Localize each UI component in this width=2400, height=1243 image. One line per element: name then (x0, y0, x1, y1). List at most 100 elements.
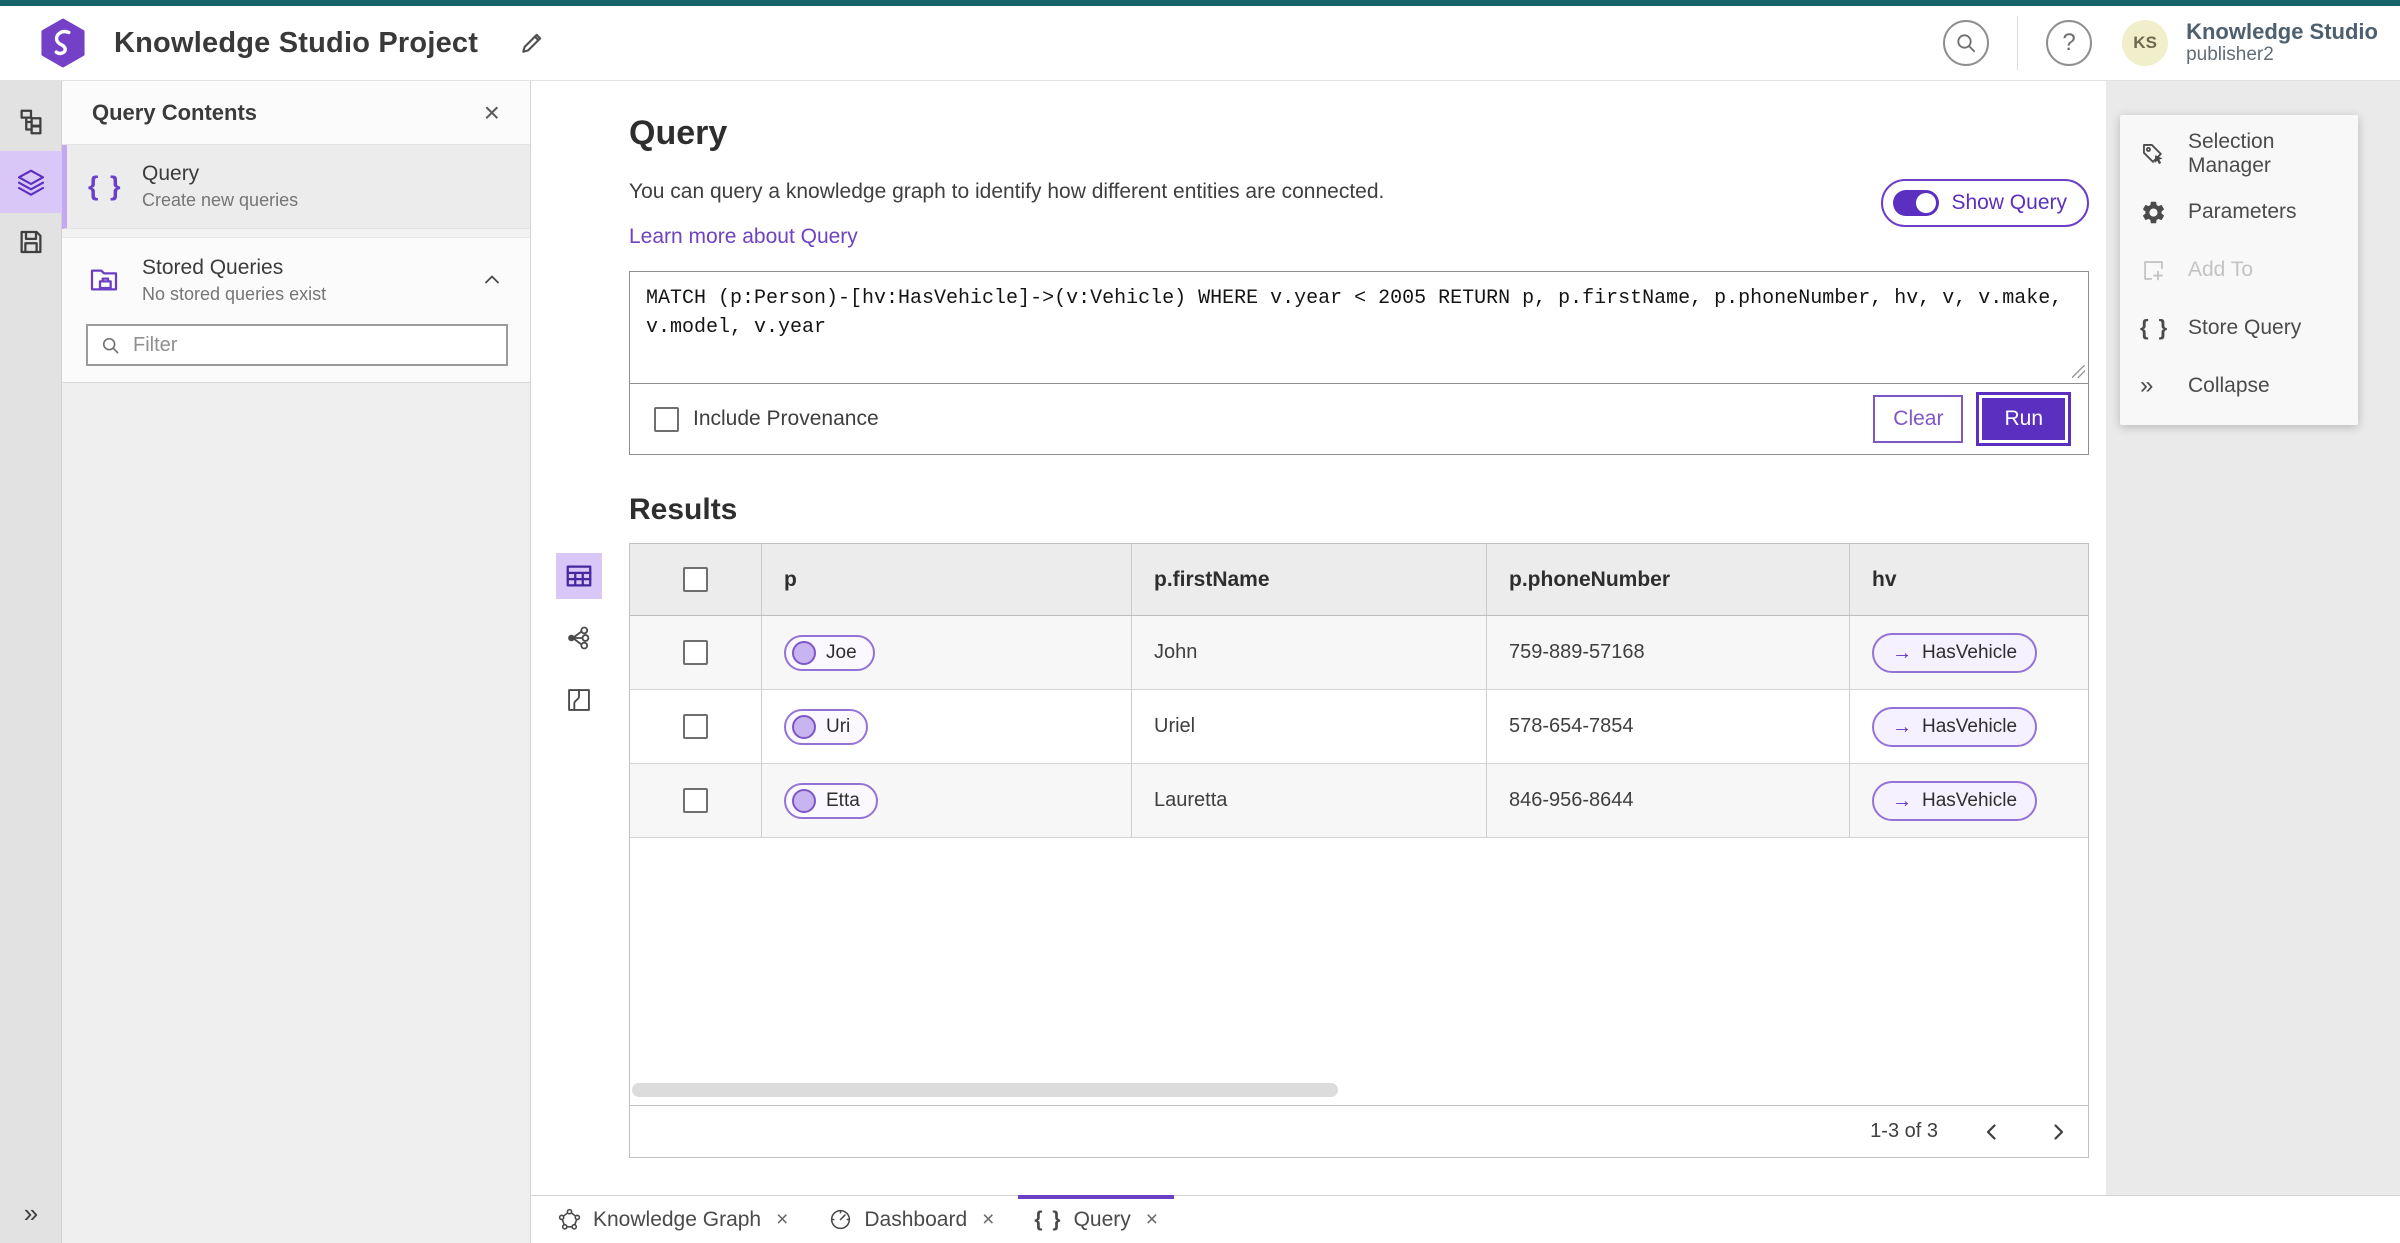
filter-input[interactable] (131, 332, 494, 358)
row-checkbox[interactable] (683, 640, 708, 665)
node-chip[interactable]: Uri (784, 708, 869, 745)
table-row[interactable]: Joe John 759-889-57168 → HasVehicle (630, 616, 2088, 690)
tab-label: Knowledge Graph (593, 1207, 762, 1231)
previous-page-button[interactable] (1980, 1120, 2004, 1144)
knowledge-graph-icon (557, 1207, 582, 1232)
node-icon (792, 714, 816, 739)
user-name: publisher2 (2186, 44, 2274, 65)
rail-layers-button[interactable] (0, 151, 62, 213)
user-avatar[interactable]: KS (2122, 20, 2169, 66)
panel-header: Query Contents × (62, 81, 530, 145)
table-empty-area (630, 838, 2088, 1105)
table-row[interactable]: Etta Lauretta 846-956-8644 → HasVehicle (630, 764, 2088, 838)
clear-button[interactable]: Clear (1873, 395, 1964, 443)
column-header-firstname: p.firstName (1154, 567, 1270, 591)
page-title: Query (629, 114, 728, 152)
query-description-block: You can query a knowledge graph to ident… (629, 179, 1384, 249)
column-header-phonenumber: p.phoneNumber (1509, 567, 1670, 591)
document-tab-bar: Knowledge Graph × Dashboard × { } Query … (531, 1195, 2400, 1243)
menu-item-store-query[interactable]: { } Store Query (2120, 299, 2358, 357)
collapse-icon: » (2140, 372, 2154, 399)
learn-more-link[interactable]: Learn more about Query (629, 225, 858, 249)
include-provenance-checkbox[interactable] (654, 406, 679, 432)
query-tab-content: Query You can query a knowledge graph to… (531, 81, 2106, 1195)
help-icon: ? (2062, 29, 2076, 56)
close-tab-icon[interactable]: × (982, 1209, 994, 1230)
tab-label: Query (1073, 1207, 1131, 1231)
cell-firstname: Uriel (1154, 715, 1196, 737)
node-chip[interactable]: Joe (784, 634, 875, 671)
rail-save-button[interactable] (0, 213, 62, 271)
toggle-on-icon (1893, 190, 1940, 216)
select-all-checkbox[interactable] (683, 567, 708, 592)
row-checkbox[interactable] (683, 788, 708, 813)
chart-icon (565, 686, 593, 714)
show-query-toggle[interactable]: Show Query (1881, 179, 2089, 227)
chevron-up-icon[interactable] (480, 268, 504, 292)
tab-query[interactable]: { } Query × (1014, 1195, 1178, 1243)
braces-icon: { } (88, 171, 123, 201)
chart-view-button[interactable] (556, 677, 602, 723)
arrow-right-icon: → (1892, 789, 1912, 812)
node-icon (792, 640, 816, 665)
query-description: You can query a knowledge graph to ident… (629, 180, 1385, 203)
app-logo[interactable] (40, 18, 86, 68)
expand-rail-button[interactable]: » (0, 1198, 62, 1229)
query-contents-panel: Query Contents × { } Query Create new qu… (62, 81, 531, 1243)
rail-hierarchy-button[interactable] (0, 93, 62, 151)
table-icon (564, 561, 594, 591)
node-chip-label: Joe (826, 641, 857, 663)
pagination-label: 1-3 of 3 (1870, 1120, 1938, 1142)
table-view-button[interactable] (556, 553, 602, 599)
edge-chip[interactable]: → HasVehicle (1872, 706, 2038, 747)
horizontal-scrollbar[interactable] (632, 1083, 1338, 1097)
user-info: Knowledge Studio publisher2 (2186, 20, 2378, 66)
next-page-button[interactable] (2046, 1120, 2070, 1144)
query-actions-menu: Selection Manager Parameters Add To {} … (2120, 115, 2358, 425)
sidebar-item-query[interactable]: { } Query Create new queries (62, 145, 530, 229)
sidebar-item-stored-queries[interactable]: Stored Queries No stored queries exist (62, 238, 530, 322)
table-header-row: p p.firstName p.phoneNumber hv (630, 544, 2088, 616)
arrow-right-icon: → (1892, 641, 1912, 664)
query-editor-footer: Include Provenance Clear Run (630, 384, 2088, 454)
add-to-icon (2140, 257, 2172, 284)
tab-knowledge-graph[interactable]: Knowledge Graph × (537, 1196, 808, 1243)
table-row[interactable]: Uri Uriel 578-654-7854 → HasVehicle (630, 690, 2088, 764)
node-chip-label: Uri (826, 715, 851, 737)
table-pagination: 1-3 of 3 (630, 1105, 2088, 1157)
arrow-right-icon: → (1892, 715, 1912, 738)
run-button[interactable]: Run (1979, 395, 2068, 443)
help-button[interactable]: ? (2046, 20, 2093, 66)
edge-chip[interactable]: → HasVehicle (1872, 780, 2038, 821)
edit-project-title-icon[interactable] (518, 29, 546, 57)
right-gutter: Selection Manager Parameters Add To {} … (2106, 81, 2400, 1195)
hierarchy-icon (16, 107, 46, 137)
header-divider (2017, 16, 2019, 70)
edge-chip-label: HasVehicle (1922, 789, 2018, 811)
layers-icon (15, 166, 47, 198)
column-header-hv: hv (1872, 567, 1897, 591)
query-text-input[interactable]: MATCH (p:Person)-[hv:HasVehicle]->(v:Veh… (630, 272, 2088, 384)
search-button[interactable] (1943, 20, 1990, 66)
close-tab-icon[interactable]: × (1146, 1209, 1158, 1230)
menu-item-selection-manager[interactable]: Selection Manager (2120, 125, 2358, 183)
graph-view-button[interactable] (556, 615, 602, 661)
menu-item-collapse[interactable]: » Collapse (2120, 357, 2358, 415)
close-panel-icon[interactable]: × (484, 98, 500, 127)
cell-phonenumber: 578-654-7854 (1509, 715, 1634, 737)
resize-handle[interactable] (2072, 365, 2085, 378)
show-query-label: Show Query (1951, 191, 2067, 214)
node-chip[interactable]: Etta (784, 782, 878, 819)
edge-chip[interactable]: → HasVehicle (1872, 632, 2038, 673)
menu-item-label: Store Query (2188, 316, 2302, 339)
stored-queries-label: Stored Queries (142, 255, 284, 279)
tab-dashboard[interactable]: Dashboard × (808, 1196, 1014, 1243)
edge-chip-label: HasVehicle (1922, 715, 2018, 737)
result-view-switcher (556, 543, 629, 1158)
row-checkbox[interactable] (683, 714, 708, 739)
save-icon (16, 227, 46, 257)
menu-item-parameters[interactable]: Parameters (2120, 183, 2358, 241)
close-tab-icon[interactable]: × (776, 1209, 788, 1230)
project-title: Knowledge Studio Project (114, 26, 479, 59)
gauge-icon (828, 1207, 853, 1232)
